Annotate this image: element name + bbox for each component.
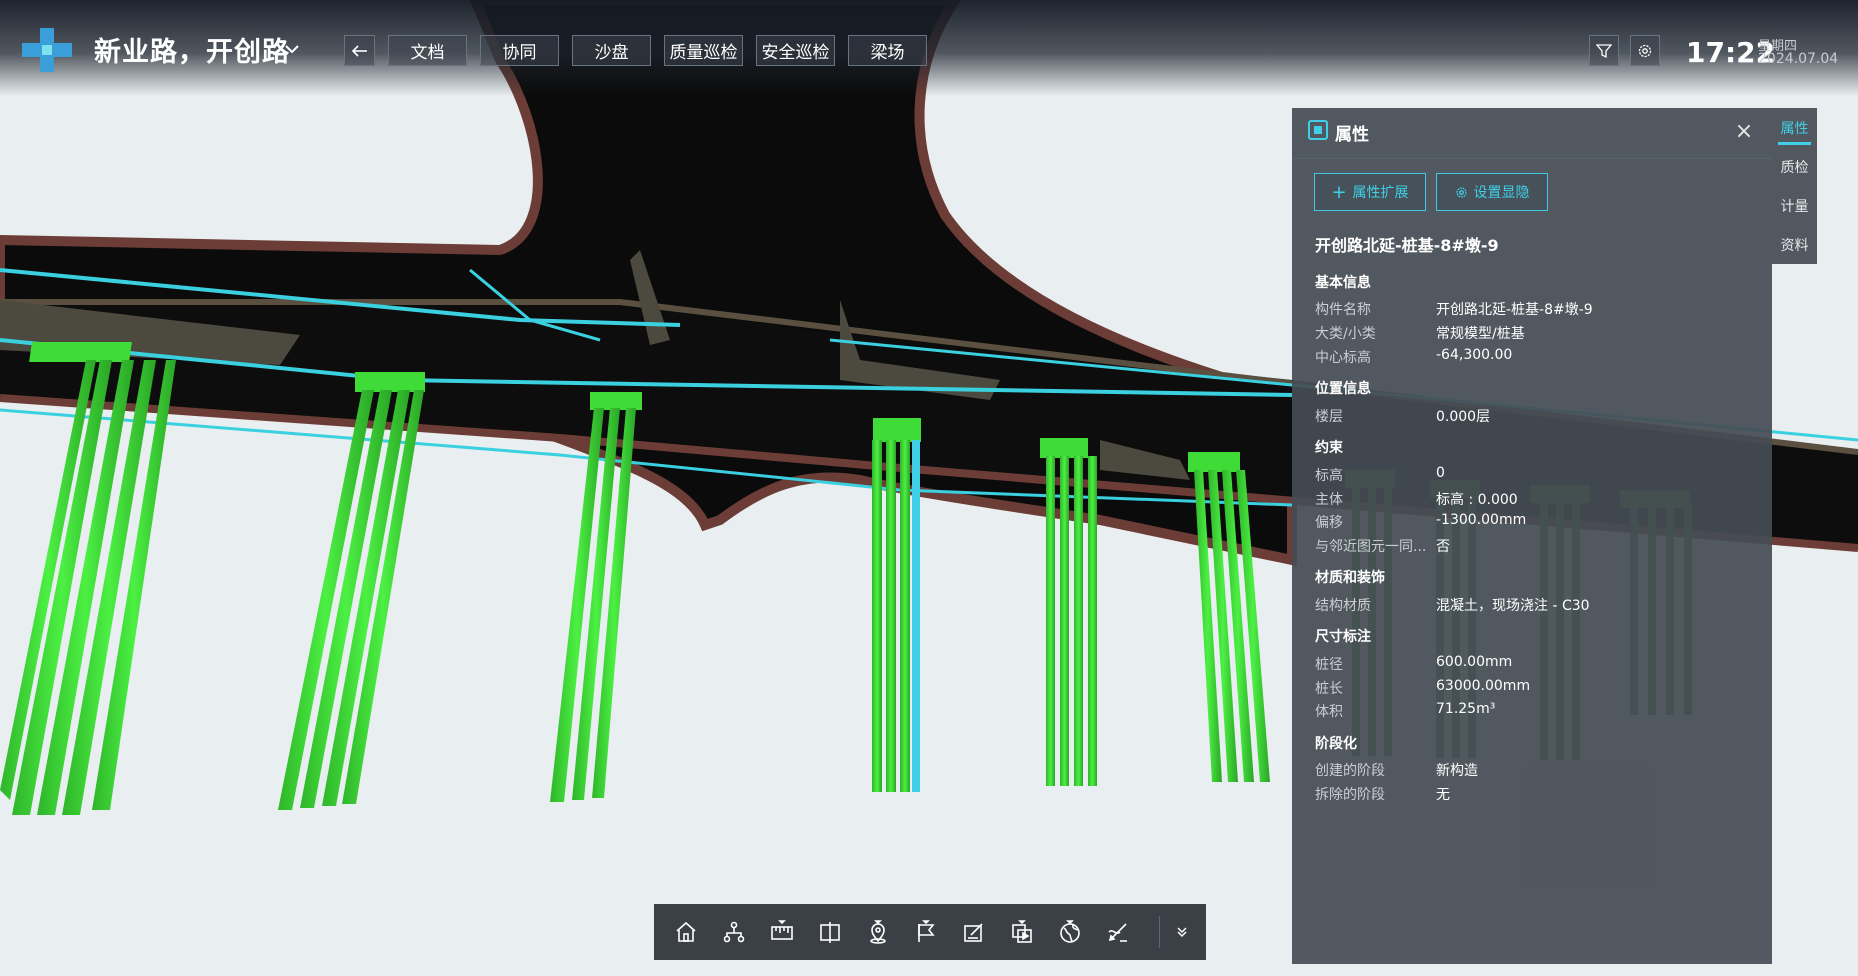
prop-label: 楼层 <box>1315 409 1343 425</box>
back-button[interactable] <box>344 35 375 66</box>
structure-tree-icon <box>723 921 745 943</box>
video-button[interactable] <box>1004 914 1040 950</box>
visibility-settings-button[interactable]: 设置显隐 <box>1436 173 1548 211</box>
nav-docs-button[interactable]: 文档 <box>388 35 467 66</box>
prop-value: 无 <box>1436 787 1450 803</box>
pile-group-5[interactable] <box>1040 438 1097 786</box>
nav-safety-inspection-button[interactable]: 安全巡检 <box>756 35 835 66</box>
prop-value: 否 <box>1436 539 1450 555</box>
extend-properties-label: 属性扩展 <box>1352 185 1409 201</box>
nav-quality-inspection-button[interactable]: 质量巡检 <box>664 35 743 66</box>
measure-button[interactable] <box>764 914 800 950</box>
section-heading: 位置信息 <box>1315 381 1371 397</box>
visibility-settings-label: 设置显隐 <box>1473 185 1530 201</box>
logo-icon <box>22 28 72 72</box>
settings-button[interactable] <box>1630 35 1660 66</box>
tab-properties[interactable]: 属性 <box>1772 108 1817 147</box>
side-tabs: 属性 质检 计量 资料 <box>1772 108 1817 264</box>
bottom-toolbar <box>654 904 1206 960</box>
nav-collab-button[interactable]: 协同 <box>480 35 559 66</box>
prop-value: 新构造 <box>1436 763 1478 779</box>
flag-button[interactable] <box>908 914 944 950</box>
plus-icon: + <box>1331 181 1347 203</box>
nav-sandbox-button[interactable]: 沙盘 <box>572 35 651 66</box>
double-chevron-down-icon <box>1177 927 1187 938</box>
section-heading: 尺寸标注 <box>1315 629 1371 645</box>
section-box-icon <box>820 922 840 943</box>
top-bar: 新业路，开创路 文档 协同 沙盘 质量巡检 安全巡检 梁场 17:22 星期四 … <box>0 0 1858 96</box>
map-pin-icon <box>870 920 886 944</box>
structure-tree-button[interactable] <box>716 914 752 950</box>
element-title: 开创路北延-桩基-8#墩-9 <box>1315 236 1499 255</box>
panel-header: 属性 × <box>1292 108 1772 159</box>
prop-label: 桩径 <box>1315 657 1343 673</box>
measure-ruler-icon <box>771 920 793 940</box>
prop-label: 中心标高 <box>1315 350 1371 366</box>
location-button[interactable] <box>860 914 896 950</box>
close-icon[interactable]: × <box>1734 121 1754 143</box>
prop-label: 创建的阶段 <box>1315 763 1385 779</box>
draw-pen-icon <box>1108 923 1127 942</box>
nav-beam-yard-button[interactable]: 梁场 <box>848 35 927 66</box>
prop-value: 常规模型/桩基 <box>1436 326 1525 342</box>
section-heading: 基本信息 <box>1315 275 1371 291</box>
prop-label: 标高 <box>1315 468 1343 484</box>
properties-icon <box>1308 120 1328 140</box>
filter-icon <box>1596 43 1612 58</box>
prop-label: 结构材质 <box>1315 598 1371 614</box>
prop-value: 0.000层 <box>1436 409 1491 425</box>
properties-panel: 属性 × + 属性扩展 设置显隐 开创路北延-桩基-8#墩-9 基本信息 构件名… <box>1292 108 1772 964</box>
gear-icon <box>1638 44 1652 57</box>
tab-measurement[interactable]: 计量 <box>1772 186 1817 225</box>
toolbar-divider <box>1159 916 1160 948</box>
project-title[interactable]: 新业路，开创路 <box>94 30 290 69</box>
section-heading: 材质和装饰 <box>1315 570 1385 586</box>
prop-value: 开创路北延-桩基-8#墩-9 <box>1436 302 1593 318</box>
prop-label: 与邻近图元一同... <box>1315 539 1427 555</box>
filter-button[interactable] <box>1589 35 1619 66</box>
gear-icon <box>1455 186 1467 198</box>
chevron-down-icon[interactable] <box>285 44 299 54</box>
prop-label: 大类/小类 <box>1315 326 1376 342</box>
tab-documents[interactable]: 资料 <box>1772 225 1817 264</box>
annotation-button[interactable] <box>956 914 992 950</box>
tab-quality-check[interactable]: 质检 <box>1772 147 1817 186</box>
prop-value: 71.25m³ <box>1436 701 1496 717</box>
home-button[interactable] <box>668 914 704 950</box>
prop-value: -1300.00mm <box>1436 512 1527 528</box>
flag-icon <box>918 920 935 942</box>
prop-label: 桩长 <box>1315 681 1343 697</box>
prop-value: 63000.00mm <box>1436 678 1531 694</box>
prop-label: 偏移 <box>1315 515 1343 531</box>
prop-label: 构件名称 <box>1315 302 1371 318</box>
prop-label: 体积 <box>1315 704 1343 720</box>
section-heading: 约束 <box>1315 440 1343 456</box>
prop-value: 0 <box>1436 465 1445 481</box>
extend-properties-button[interactable]: + 属性扩展 <box>1314 173 1426 211</box>
prop-label: 拆除的阶段 <box>1315 787 1385 803</box>
video-copy-icon <box>1012 920 1032 943</box>
clock-date: 2024.07.04 <box>1758 51 1839 67</box>
globe-button[interactable] <box>1052 914 1088 950</box>
prop-value: 600.00mm <box>1436 654 1513 670</box>
section-box-button[interactable] <box>812 914 848 950</box>
arrow-left-icon <box>351 44 367 57</box>
prop-value: 混凝土，现场浇注 - C30 <box>1436 598 1590 614</box>
draw-button[interactable] <box>1100 914 1136 950</box>
section-heading: 阶段化 <box>1315 736 1357 752</box>
globe-icon <box>1060 920 1080 943</box>
collapse-toolbar-button[interactable] <box>1164 914 1200 950</box>
prop-value: 标高 : 0.000 <box>1436 492 1518 508</box>
home-icon <box>676 921 696 942</box>
prop-label: 主体 <box>1315 492 1343 508</box>
edit-note-icon <box>964 923 983 942</box>
prop-value: -64,300.00 <box>1436 347 1513 363</box>
panel-title: 属性 <box>1335 125 1369 145</box>
